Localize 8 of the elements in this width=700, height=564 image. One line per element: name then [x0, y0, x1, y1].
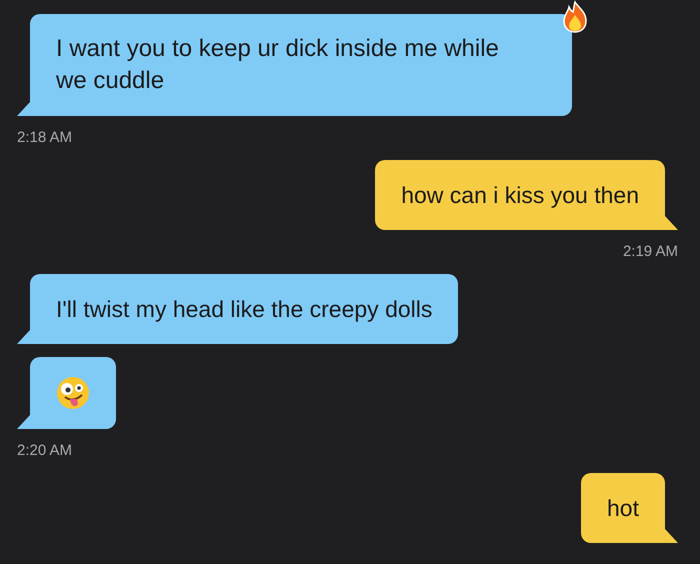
message-bubble: I want you to keep ur dick inside me while we cuddle — [30, 14, 572, 116]
message-bubble: how can i kiss you then — [375, 160, 665, 230]
timestamp: 2:20 AM — [17, 442, 72, 460]
message-bubble: hot — [581, 473, 665, 543]
timestamp: 2:18 AM — [17, 129, 72, 147]
zany-face-icon — [56, 376, 90, 410]
timestamp: 2:19 AM — [622, 243, 678, 261]
message-bubble: I'll twist my head like the creepy dolls — [30, 274, 458, 344]
